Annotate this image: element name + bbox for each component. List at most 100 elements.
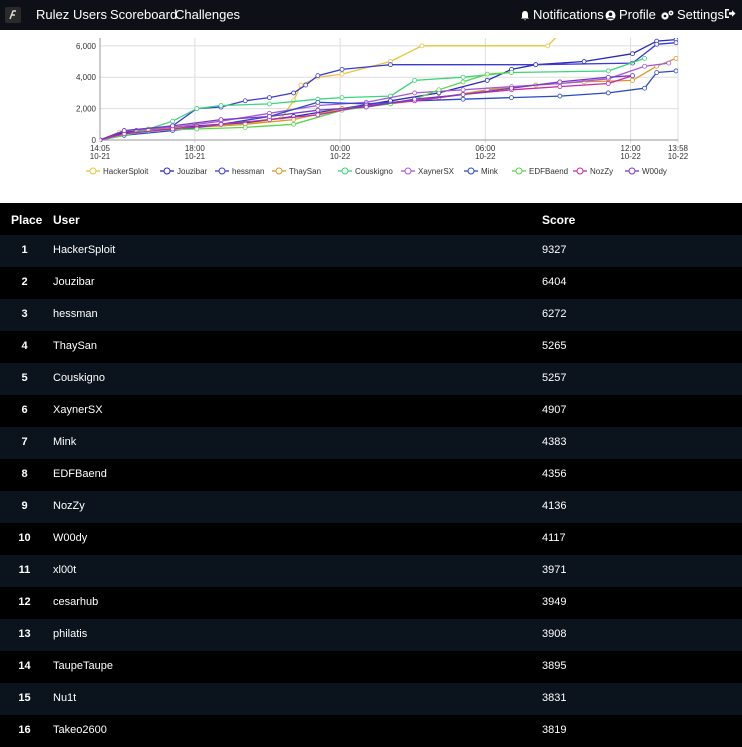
table-row: 2 Jouzibar 6404 (0, 267, 742, 299)
data-point (291, 90, 297, 96)
score-cell: 3831 (542, 692, 567, 704)
nav-link-rulez[interactable]: Rulez (36, 7, 69, 22)
table-row: 11 xl00t 3971 (0, 555, 742, 587)
x-tick-date-label: 10-22 (668, 152, 689, 161)
data-point (315, 73, 321, 79)
header-place: Place (11, 213, 43, 227)
table-row: 1 HackerSploit 9327 (0, 235, 742, 267)
user-link[interactable]: hessman (53, 308, 98, 320)
nav-link-users[interactable]: Users (73, 7, 107, 22)
data-point (218, 103, 224, 108)
scoreboard-table: Place User Score 1 HackerSploit 9327 2 Jouzi… (0, 203, 742, 747)
data-point (545, 43, 551, 49)
data-point (315, 107, 321, 113)
table-body: 1 HackerSploit 9327 2 Jouzibar 6404 3 hessman 62… (0, 235, 742, 747)
x-tick-date-label: 10-21 (185, 152, 206, 161)
settings-link[interactable]: Settings (660, 7, 724, 22)
x-tick-date-label: 10-22 (330, 152, 351, 161)
user-link[interactable]: philatis (53, 628, 87, 640)
user-link[interactable]: W00dy (53, 532, 87, 544)
user-link[interactable]: Couskigno (53, 372, 105, 384)
legend-marker (628, 167, 636, 175)
user-link[interactable]: HackerSploit (53, 244, 115, 256)
user-link[interactable]: Mink (53, 436, 76, 448)
data-point (339, 95, 345, 101)
score-cell: 6404 (542, 276, 567, 288)
data-point (630, 73, 635, 79)
user-link[interactable]: NozZy (53, 500, 85, 512)
place-cell: 16 (18, 724, 31, 736)
place-cell: 13 (18, 628, 31, 640)
user-link[interactable]: ThaySan (53, 340, 97, 352)
data-point (419, 43, 425, 49)
data-point (267, 95, 272, 101)
data-point (291, 117, 297, 122)
data-point (557, 84, 563, 90)
table-row: 3 hessman 6272 (0, 299, 742, 331)
data-point (509, 70, 514, 75)
bell-icon (521, 11, 529, 21)
data-point (267, 101, 272, 107)
legend-marker (467, 167, 475, 175)
data-point (218, 121, 224, 127)
legend-marker (89, 167, 97, 175)
legend-label-mink: Mink (481, 167, 499, 176)
data-point (605, 68, 611, 74)
score-cell: 5265 (542, 340, 567, 352)
y-tick-label: 2,000 (76, 105, 97, 114)
data-point (673, 56, 678, 61)
score-cell: 3908 (542, 628, 567, 640)
data-point (363, 104, 369, 110)
place-cell: 11 (18, 564, 31, 576)
data-point (630, 77, 635, 83)
user-link[interactable]: Nu1t (53, 692, 76, 704)
legend-marker (163, 167, 171, 175)
settings-label: Settings (677, 7, 724, 22)
data-point (339, 66, 345, 72)
data-point (298, 82, 304, 88)
user-link[interactable]: cesarhub (53, 596, 98, 608)
score-cell: 6272 (542, 308, 567, 320)
data-point (194, 126, 200, 132)
logout-link[interactable] (724, 7, 736, 22)
nav-link-challenges[interactable]: Challenges (175, 7, 240, 22)
legend-marker (576, 167, 584, 175)
gears-icon (661, 10, 674, 20)
user-link[interactable]: xl00t (53, 564, 76, 576)
y-tick-label: 6,000 (76, 42, 97, 51)
place-cell: 8 (21, 468, 28, 480)
user-link[interactable]: Jouzibar (53, 276, 95, 288)
data-point (315, 112, 321, 118)
user-link[interactable]: Takeo2600 (53, 724, 107, 736)
table-row: 8 EDFBaend 4356 (0, 459, 742, 491)
data-point (267, 114, 272, 119)
legend-marker (218, 167, 226, 175)
user-link[interactable]: EDFBaend (53, 468, 107, 480)
sign-out-icon (725, 9, 736, 18)
legend-label-thaysan: ThaySan (289, 167, 321, 176)
data-point (303, 82, 309, 88)
data-point (460, 79, 466, 85)
data-point (388, 62, 393, 68)
ctf-logo-icon[interactable] (5, 7, 21, 23)
data-point (412, 90, 418, 96)
user-link[interactable]: XaynerSX (53, 404, 103, 416)
score-cell: 4907 (542, 404, 567, 416)
x-tick-date-label: 10-22 (620, 152, 641, 161)
table-row: 13 philatis 3908 (0, 619, 742, 651)
data-point (291, 121, 297, 127)
score-cell: 3895 (542, 660, 567, 672)
table-row: 4 ThaySan 5265 (0, 331, 742, 363)
x-tick-date-label: 10-21 (90, 152, 111, 161)
place-cell: 12 (18, 596, 31, 608)
place-cell: 3 (21, 308, 28, 320)
score-cell: 4117 (542, 532, 566, 544)
profile-link[interactable]: Profile (605, 7, 656, 22)
profile-label: Profile (619, 7, 656, 22)
table-row: 14 TaupeTaupe 3895 (0, 651, 742, 683)
notifications-link[interactable]: Notifications (520, 7, 604, 22)
user-link[interactable]: TaupeTaupe (53, 660, 113, 672)
nav-link-scoreboard[interactable]: Scoreboard (110, 7, 177, 22)
table-header: Place User Score (0, 203, 742, 235)
table-row: 12 cesarhub 3949 (0, 587, 742, 619)
